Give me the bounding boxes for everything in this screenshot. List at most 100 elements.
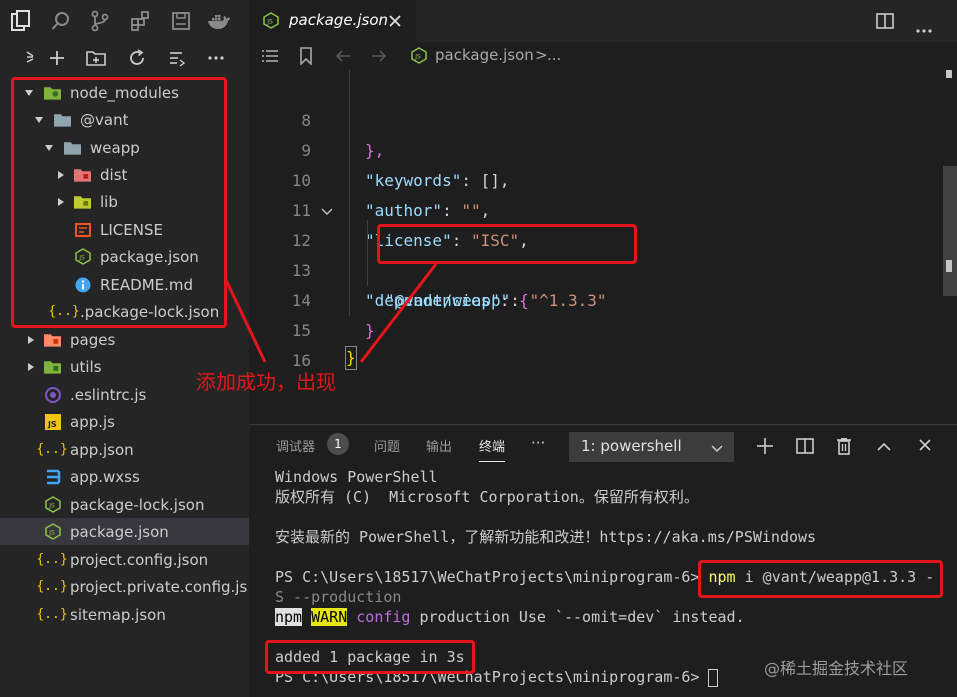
- tab-debugger[interactable]: 调试器: [276, 436, 315, 455]
- tree-item-app-wxss[interactable]: app.wxss: [0, 463, 249, 490]
- tab-problems[interactable]: 问题: [374, 436, 400, 455]
- annotation-box-explorer: [11, 77, 227, 328]
- code-line: 9 "keywords": [],: [249, 106, 939, 190]
- trash-icon[interactable]: [836, 437, 852, 459]
- activity-bar: [0, 0, 249, 42]
- tree-item-label: utils: [70, 357, 102, 376]
- terminal-prompt: PS C:\Users\18517\WeChatProjects\minipro…: [275, 568, 709, 586]
- tab-package-json[interactable]: JS package.json: [249, 0, 416, 42]
- tab-label: package.json: [289, 11, 389, 29]
- json-icon: {..}: [36, 442, 68, 457]
- tree-item-app-js[interactable]: JS app.js: [0, 408, 249, 435]
- code-line: 8 },: [249, 76, 939, 160]
- terminal-cursor: [708, 668, 719, 687]
- code-line: 16: [249, 316, 939, 370]
- explorer-toolbar: [0, 42, 249, 74]
- explorer-icon[interactable]: [8, 8, 34, 34]
- new-folder-icon[interactable]: [84, 46, 108, 70]
- scroll-marker: [946, 70, 952, 78]
- svg-text:JS: JS: [47, 420, 57, 429]
- folder-pages-icon: [44, 331, 61, 348]
- list-icon[interactable]: [261, 49, 279, 67]
- json-icon: {..}: [36, 579, 68, 594]
- refresh-icon[interactable]: [125, 46, 149, 70]
- panel-tab-bar: 调试器 1 问题 输出 终端 ··· 1: powershell: [249, 425, 957, 465]
- collapse-indicator-icon[interactable]: [18, 46, 42, 70]
- new-file-icon[interactable]: [45, 46, 69, 70]
- json-icon: {..}: [36, 552, 68, 567]
- close-icon[interactable]: [918, 438, 932, 456]
- scroll-marker: [946, 260, 952, 272]
- terminal-line: Windows PowerShell: [275, 468, 438, 486]
- editor-tab-bar: JS package.json: [249, 0, 957, 42]
- tab-terminal[interactable]: 终端: [479, 436, 506, 462]
- code-line: 12 "dependencies": {: [249, 196, 939, 310]
- css-icon: [44, 468, 61, 485]
- tree-item-project-config[interactable]: {..} project.config.json: [0, 546, 249, 573]
- tree-item-package-json[interactable]: JS package.json: [0, 518, 249, 545]
- json-icon: {..}: [36, 607, 68, 622]
- arrow-left-icon[interactable]: [335, 49, 351, 67]
- nodejs-icon: JS: [44, 496, 61, 513]
- nodejs-icon: JS: [411, 47, 427, 68]
- docker-icon[interactable]: [206, 8, 232, 34]
- svg-text:JS: JS: [48, 530, 55, 537]
- tree-item-label: pages: [70, 330, 116, 349]
- close-icon[interactable]: [388, 13, 402, 32]
- annotation-box-dependency: [377, 224, 637, 264]
- tree-item-project-private-config[interactable]: {..} project.private.config.js...: [0, 573, 249, 600]
- editor-scrollbar[interactable]: [943, 166, 957, 296]
- chevron-right-icon: [26, 335, 36, 345]
- warn-message: production Use `--omit=dev` instead.: [410, 608, 745, 626]
- tree-item-sitemap[interactable]: {..} sitemap.json: [0, 601, 249, 628]
- js-file-icon: JS: [44, 413, 61, 430]
- tree-item-label: project.private.config.js...: [70, 577, 248, 596]
- source-control-icon[interactable]: [87, 8, 113, 34]
- annotation-text: 添加成功，出现: [196, 370, 336, 394]
- search-icon[interactable]: [48, 8, 74, 34]
- terminal-line: S --production: [275, 588, 402, 606]
- svg-text:JS: JS: [48, 503, 55, 510]
- nodejs-icon: JS: [44, 523, 61, 540]
- code-line: 15 }: [249, 286, 939, 370]
- terminal-line: 版权所有 (C) Microsoft Corporation。保留所有权利。: [275, 488, 699, 506]
- folder-utils-icon: [44, 358, 61, 375]
- new-terminal-icon[interactable]: [756, 437, 774, 459]
- tree-item-app-json[interactable]: {..} app.json: [0, 436, 249, 463]
- tree-item-label: app.json: [70, 440, 134, 459]
- breadcrumb-more[interactable]: ...: [547, 46, 561, 64]
- more-actions-icon[interactable]: [915, 19, 933, 38]
- indent-guide: [367, 220, 368, 286]
- tab-output[interactable]: 输出: [426, 436, 452, 455]
- terminal-select-value: 1: powershell: [581, 437, 682, 455]
- bookmark-icon[interactable]: [299, 47, 313, 69]
- tree-item-label: package-lock.json: [70, 495, 205, 514]
- split-editor-icon[interactable]: [876, 13, 894, 33]
- collapse-all-icon[interactable]: [165, 46, 189, 70]
- save-icon[interactable]: [168, 8, 194, 34]
- tree-item-pages[interactable]: pages: [0, 326, 249, 353]
- fold-chevron-icon[interactable]: [321, 196, 333, 226]
- breadcrumb-file[interactable]: package.json: [435, 46, 534, 64]
- annotation-box-result: [265, 640, 475, 674]
- tree-item-label: .eslintrc.js: [70, 385, 147, 404]
- terminal-select[interactable]: 1: powershell: [569, 432, 734, 462]
- debugger-badge: 1: [327, 433, 349, 455]
- tree-item-package-lock-json[interactable]: JS package-lock.json: [0, 491, 249, 518]
- extensions-icon[interactable]: [127, 8, 153, 34]
- annotation-box-command: [698, 560, 943, 598]
- chevron-up-icon[interactable]: [877, 440, 891, 455]
- tree-item-label: package.json: [70, 522, 169, 541]
- chevron-down-icon: [711, 442, 723, 457]
- more-actions-icon[interactable]: [204, 46, 228, 70]
- chevron-right-icon: [26, 362, 36, 372]
- panel-more[interactable]: ···: [531, 434, 545, 452]
- breadcrumb: JS package.json > ...: [249, 42, 957, 70]
- terminal-line: 安装最新的 PowerShell，了解新功能和改进！https://aka.ms…: [275, 528, 817, 546]
- tree-item-label: app.js: [70, 412, 115, 431]
- tree-item-label: project.config.json: [70, 550, 209, 569]
- code-line: 10 "author": "",: [249, 136, 939, 220]
- split-terminal-icon[interactable]: [796, 438, 814, 458]
- arrow-right-icon[interactable]: [371, 49, 387, 67]
- tree-item-label: app.wxss: [70, 467, 140, 486]
